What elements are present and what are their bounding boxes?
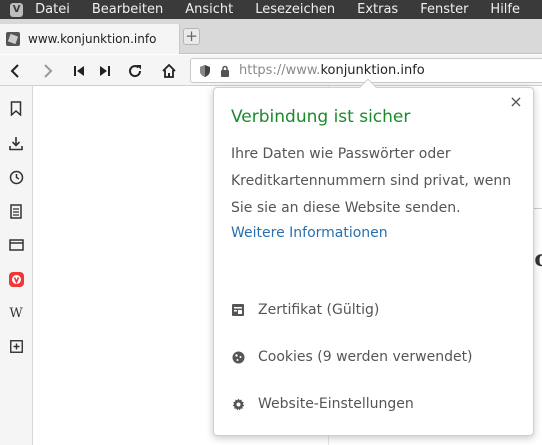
close-button[interactable]: ×	[508, 94, 524, 110]
more-info-link[interactable]: Weitere Informationen	[231, 225, 388, 241]
reload-icon	[129, 65, 142, 78]
tab-title: www.konjunktion.info	[28, 32, 157, 46]
navigation-toolbar: https://www.konjunktion.info	[0, 55, 542, 86]
site-favicon-icon	[6, 32, 20, 46]
window-icon	[8, 239, 24, 251]
fast-forward-button[interactable]	[94, 58, 116, 84]
back-arrow-icon	[10, 64, 19, 78]
sidebar-bookmarks[interactable]	[7, 99, 25, 117]
tab-strip: www.konjunktion.info +	[0, 19, 542, 54]
download-icon	[9, 136, 23, 150]
home-button[interactable]	[158, 58, 180, 84]
sidebar-wikipedia[interactable]: W	[7, 304, 25, 322]
bookmark-icon	[10, 100, 22, 116]
notes-icon	[10, 203, 22, 219]
site-settings-row[interactable]: Website-Einstellungen	[231, 393, 414, 415]
menu-tools[interactable]: Extras	[357, 2, 398, 17]
sidebar-history[interactable]	[7, 168, 25, 186]
cookie-icon	[231, 350, 245, 364]
wikipedia-icon: W	[9, 305, 23, 321]
shield-icon[interactable]	[199, 64, 211, 78]
vivaldi-icon	[8, 271, 24, 287]
side-panel: W	[0, 86, 33, 445]
sidebar-add-panel[interactable]	[7, 337, 25, 355]
cookies-row[interactable]: Cookies (9 werden verwendet)	[231, 346, 473, 368]
vivaldi-menu-icon[interactable]: V	[10, 2, 24, 17]
menu-view[interactable]: Ansicht	[185, 2, 233, 17]
back-button[interactable]	[4, 58, 26, 84]
certificate-icon	[231, 303, 245, 317]
url-domain: konjunktion.info	[320, 63, 425, 78]
sidebar-window[interactable]	[7, 236, 25, 254]
forward-button[interactable]	[37, 58, 59, 84]
rewind-button[interactable]	[68, 58, 90, 84]
popup-title: Verbindung ist sicher	[231, 107, 411, 127]
add-panel-icon	[9, 339, 23, 353]
menu-bar: V Datei Bearbeiten Ansicht Lesezeichen E…	[0, 0, 542, 19]
close-icon: ×	[509, 92, 523, 111]
lock-icon[interactable]	[220, 65, 230, 77]
menu-file[interactable]: Datei	[35, 2, 70, 17]
site-settings-label: Website-Einstellungen	[258, 396, 414, 412]
sidebar-downloads[interactable]	[7, 134, 25, 152]
tab-active[interactable]: www.konjunktion.info	[0, 24, 180, 54]
forward-arrow-icon	[44, 64, 53, 78]
home-icon	[162, 63, 176, 78]
menu-help[interactable]: Hilfe	[490, 2, 520, 17]
menu-edit[interactable]: Bearbeiten	[92, 2, 163, 17]
new-tab-button[interactable]: +	[183, 28, 200, 45]
menu-window[interactable]: Fenster	[420, 2, 468, 17]
skip-back-icon	[74, 66, 84, 76]
skip-forward-icon	[100, 66, 110, 76]
cookies-label: Cookies (9 werden verwendet)	[258, 349, 473, 365]
url-text: https://www.konjunktion.info	[239, 63, 425, 78]
menu-bookmarks[interactable]: Lesezeichen	[255, 2, 335, 17]
reload-button[interactable]	[124, 58, 146, 84]
site-info-popup: × Verbindung ist sicher Ihre Daten wie P…	[213, 78, 534, 436]
clock-icon	[9, 170, 23, 184]
sidebar-notes[interactable]	[7, 202, 25, 220]
gear-icon	[231, 397, 245, 411]
sidebar-vivaldi[interactable]	[7, 270, 25, 288]
certificate-label: Zertifikat (Gültig)	[258, 302, 380, 318]
popup-description: Ihre Daten wie Passwörter oder Kreditkar…	[231, 146, 512, 216]
certificate-row[interactable]: Zertifikat (Gültig)	[231, 299, 379, 321]
url-prefix: https://www.	[239, 63, 321, 78]
